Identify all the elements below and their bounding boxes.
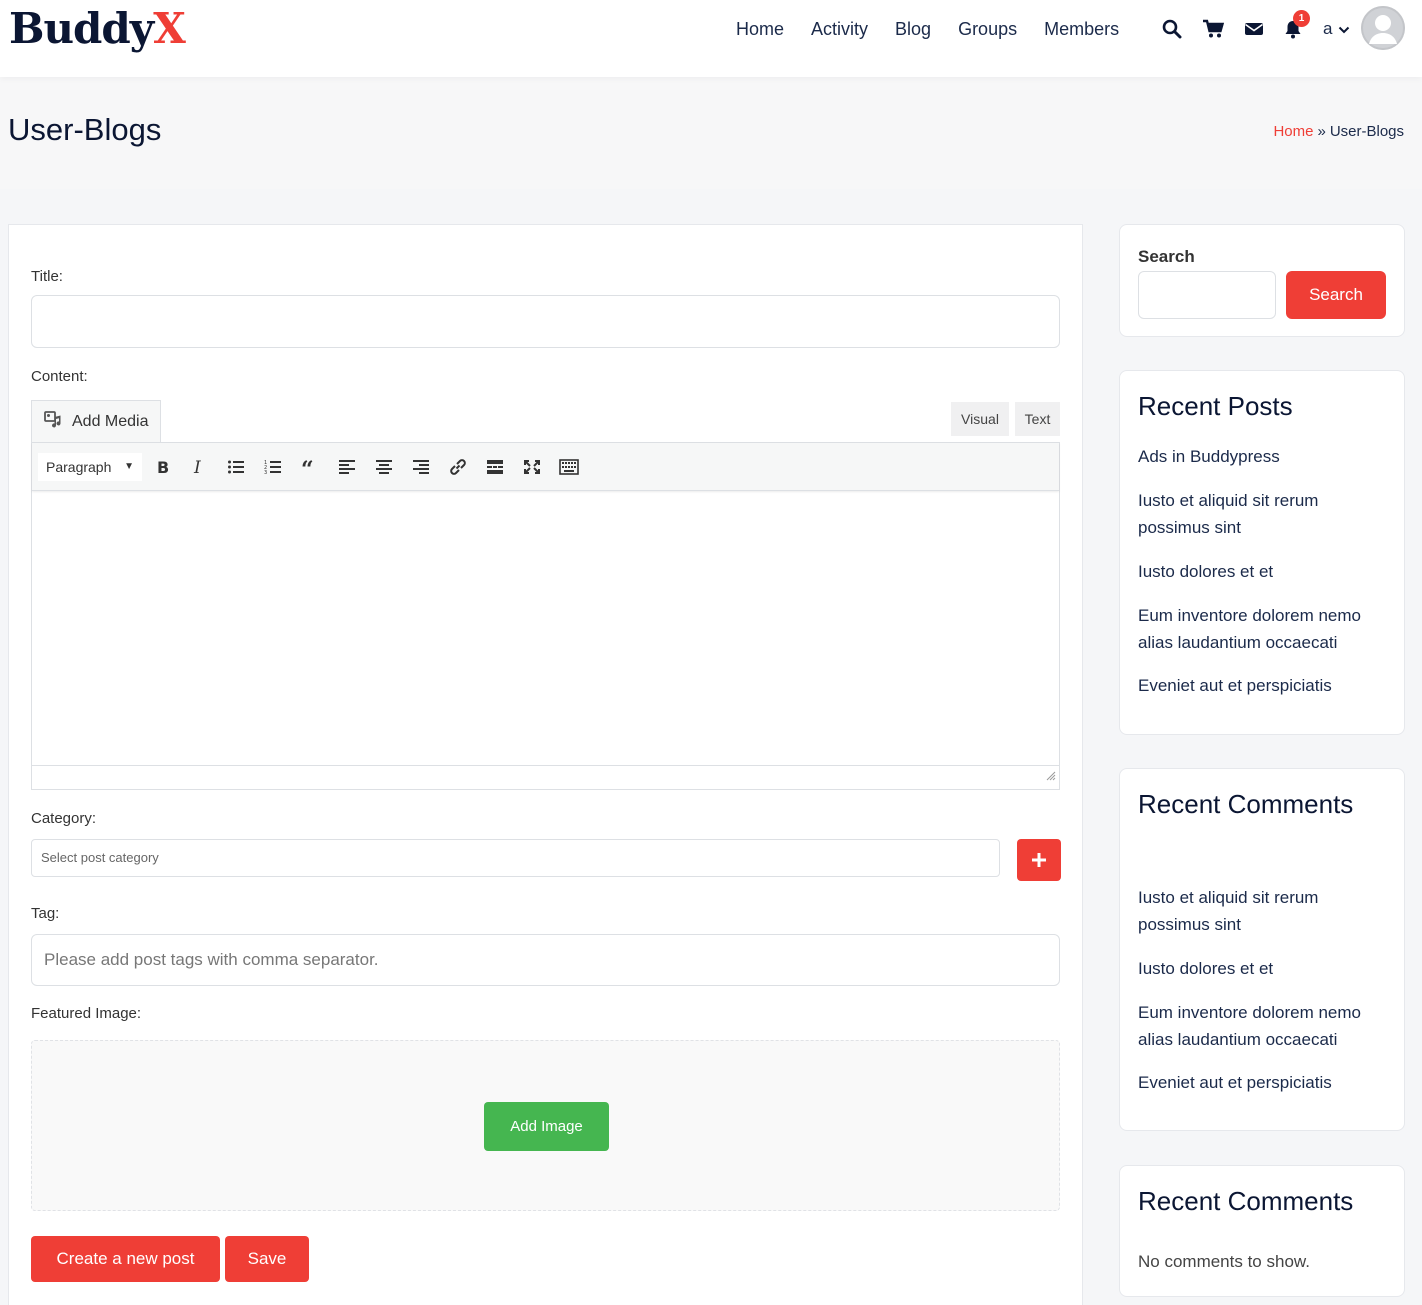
recent-comments-widget-2: Recent Comments No comments to show. — [1119, 1165, 1405, 1297]
avatar[interactable] — [1361, 6, 1405, 50]
format-select[interactable]: Paragraph ▼ — [38, 453, 142, 481]
caret-down-icon: ▼ — [124, 461, 134, 472]
recent-post-link[interactable]: Iusto dolores et et — [1138, 558, 1388, 585]
link-icon[interactable] — [447, 456, 469, 478]
plus-icon — [1032, 853, 1046, 867]
svg-text:3: 3 — [264, 470, 267, 475]
featured-image-label: Featured Image: — [31, 1005, 142, 1022]
chevron-down-icon[interactable] — [1338, 22, 1350, 40]
media-icon — [44, 410, 64, 434]
page-title: User-Blogs — [8, 112, 162, 147]
blockquote-icon[interactable]: “ — [299, 456, 321, 478]
add-image-button[interactable]: Add Image — [484, 1102, 609, 1151]
nav-home[interactable]: Home — [736, 18, 784, 40]
breadcrumb-separator: » — [1317, 123, 1326, 140]
tab-text[interactable]: Text — [1015, 402, 1060, 436]
toolbar-toggle-icon[interactable] — [558, 456, 580, 478]
recent-post-link[interactable]: Eveniet aut et perspiciatis — [1138, 672, 1388, 699]
category-label: Category: — [31, 810, 97, 827]
recent-comments-title-2: Recent Comments — [1138, 1186, 1354, 1216]
cart-icon[interactable] — [1202, 18, 1224, 40]
nav-members[interactable]: Members — [1044, 18, 1119, 40]
bullet-list-icon[interactable] — [225, 456, 247, 478]
align-right-icon[interactable] — [410, 456, 432, 478]
recent-comment-link[interactable]: Iusto dolores et et — [1138, 955, 1388, 982]
recent-posts-widget: Recent Posts Ads in Buddypress Iusto et … — [1119, 370, 1405, 735]
nav-groups[interactable]: Groups — [958, 18, 1017, 40]
svg-text:B: B — [157, 458, 169, 476]
add-media-button[interactable]: Add Media — [31, 400, 161, 443]
site-logo[interactable]: BuddyX — [9, 4, 186, 53]
recent-posts-title: Recent Posts — [1138, 391, 1293, 421]
category-placeholder: Select post category — [41, 850, 159, 865]
main-nav: Home Activity Blog Groups Members — [736, 18, 1146, 40]
editor-toolbar: Paragraph ▼ B I 123 “ — [32, 443, 1059, 491]
recent-comment-link[interactable]: Eveniet aut et perspiciatis — [1138, 1069, 1388, 1096]
no-comments-text: No comments to show. — [1138, 1252, 1310, 1271]
editor-statusbar — [32, 765, 1059, 789]
bold-icon[interactable]: B — [151, 456, 173, 478]
logo-text: Buddy — [9, 4, 154, 53]
recent-comment-link[interactable]: Eum inventore dolorem nemo alias laudant… — [1138, 999, 1388, 1053]
sidebar-search-button[interactable]: Search — [1286, 271, 1386, 319]
svg-text:“: “ — [301, 460, 314, 474]
content-label: Content: — [31, 368, 88, 385]
recent-post-link[interactable]: Ads in Buddypress — [1138, 443, 1388, 470]
add-media-label: Add Media — [72, 413, 149, 430]
numbered-list-icon[interactable]: 123 — [262, 456, 284, 478]
search-icon[interactable] — [1161, 18, 1183, 40]
create-post-button[interactable]: Create a new post — [31, 1236, 220, 1282]
search-widget-label: Search — [1138, 247, 1195, 266]
recent-comments-widget: Recent Comments Iusto et aliquid sit rer… — [1119, 768, 1405, 1131]
italic-icon[interactable]: I — [188, 456, 210, 478]
tag-placeholder: Please add post tags with comma separato… — [44, 950, 379, 969]
format-select-value: Paragraph — [46, 459, 112, 475]
site-header: BuddyX Home Activity Blog Groups Members… — [0, 0, 1422, 77]
breadcrumb: Home» User-Blogs — [1273, 123, 1404, 140]
sidebar-search-input[interactable] — [1138, 271, 1276, 319]
category-select[interactable]: Select post category — [31, 839, 1000, 877]
svg-text:I: I — [193, 458, 201, 476]
featured-image-dropzone: Add Image — [31, 1040, 1060, 1211]
content-editor: Paragraph ▼ B I 123 “ — [31, 442, 1060, 790]
align-left-icon[interactable] — [336, 456, 358, 478]
nav-blog[interactable]: Blog — [895, 18, 931, 40]
logo-accent: X — [153, 4, 186, 53]
recent-post-link[interactable]: Iusto et aliquid sit rerum possimus sint — [1138, 487, 1388, 541]
user-initial[interactable]: a — [1323, 19, 1332, 39]
title-input[interactable] — [31, 295, 1060, 348]
save-button[interactable]: Save — [225, 1236, 309, 1282]
tag-label: Tag: — [31, 905, 60, 922]
nav-activity[interactable]: Activity — [811, 18, 868, 40]
breadcrumb-home[interactable]: Home — [1273, 123, 1313, 140]
read-more-icon[interactable] — [484, 456, 506, 478]
tag-input[interactable]: Please add post tags with comma separato… — [31, 934, 1060, 986]
post-form-card: Title: Content: Add Media Visual Text Pa… — [8, 224, 1083, 1305]
resize-handle-icon[interactable] — [1046, 768, 1056, 786]
align-center-icon[interactable] — [373, 456, 395, 478]
search-widget: Search Search — [1119, 224, 1405, 337]
tab-visual[interactable]: Visual — [951, 402, 1009, 436]
recent-comments-title: Recent Comments — [1138, 789, 1354, 819]
add-category-button[interactable] — [1017, 839, 1061, 881]
recent-post-link[interactable]: Eum inventore dolorem nemo alias laudant… — [1138, 602, 1388, 656]
breadcrumb-current: User-Blogs — [1329, 123, 1404, 140]
fullscreen-icon[interactable] — [521, 456, 543, 478]
recent-comment-link[interactable]: Iusto et aliquid sit rerum possimus sint — [1138, 884, 1388, 938]
title-label: Title: — [31, 268, 63, 285]
notification-badge: 1 — [1293, 10, 1310, 27]
envelope-icon[interactable] — [1243, 18, 1265, 40]
